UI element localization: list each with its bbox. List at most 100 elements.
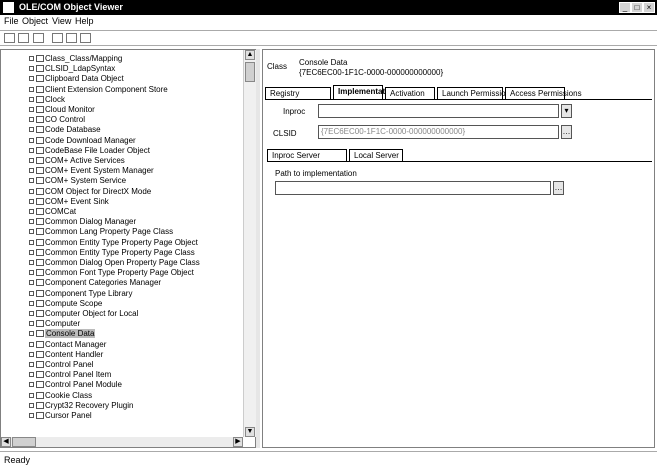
expand-icon[interactable] [29, 117, 34, 123]
scroll-thumb[interactable] [12, 437, 36, 447]
expand-icon[interactable] [29, 341, 34, 347]
tab-implementation[interactable]: Implementation [333, 85, 397, 99]
tree-item[interactable]: CLSID_LdapSyntax [1, 64, 241, 73]
expand-icon[interactable] [29, 168, 34, 174]
expand-icon[interactable] [29, 331, 34, 337]
tree-item[interactable]: Computer [1, 319, 241, 328]
expand-icon[interactable] [29, 249, 34, 255]
clsid-field[interactable]: {7EC6EC00-1F1C-0000-000000000000} [318, 125, 559, 139]
tree-item[interactable]: Clipboard Data Object [1, 74, 241, 83]
menu-object[interactable]: Object [22, 16, 48, 26]
tree-item[interactable]: Compute Scope [1, 299, 241, 308]
menu-file[interactable]: File [4, 16, 19, 26]
expand-icon[interactable] [29, 96, 34, 102]
subtab-local-server[interactable]: Local Server [349, 149, 403, 161]
expand-icon[interactable] [29, 260, 34, 265]
tree-item[interactable]: Cloud Monitor [1, 105, 241, 114]
tree-item[interactable]: Component Categories Manager [1, 278, 241, 287]
expand-icon[interactable] [29, 158, 34, 163]
expand-icon[interactable] [29, 402, 34, 408]
tree-item[interactable]: CodeBase File Loader Object [1, 146, 241, 155]
tree-item[interactable]: Common Dialog Manager [1, 217, 241, 226]
tree-vertical-scrollbar[interactable]: ▲ ▼ [243, 50, 256, 437]
expand-icon[interactable] [29, 188, 34, 194]
expand-icon[interactable] [29, 290, 34, 296]
expand-icon[interactable] [29, 392, 34, 398]
tree-item[interactable]: Code Database [1, 125, 241, 134]
tab-launch-permissions[interactable]: Launch Permissions [437, 87, 514, 99]
path-field[interactable] [275, 181, 551, 195]
expand-icon[interactable] [29, 280, 34, 286]
tree-item[interactable]: Cursor Panel [1, 411, 241, 420]
expand-icon[interactable] [29, 229, 34, 235]
expand-icon[interactable] [29, 239, 34, 245]
expand-icon[interactable] [29, 137, 34, 143]
tree-item[interactable]: Common Entity Type Property Page Class [1, 248, 241, 257]
inproc-field[interactable] [318, 104, 559, 118]
expand-icon[interactable] [29, 56, 34, 61]
expand-icon[interactable] [29, 127, 34, 133]
bind-icon[interactable] [18, 33, 29, 43]
maximize-button[interactable]: □ [631, 2, 643, 13]
scroll-right-icon[interactable]: ▶ [233, 437, 243, 447]
scroll-down-icon[interactable]: ▼ [245, 427, 255, 437]
tree-item[interactable]: Common Lang Property Page Class [1, 227, 241, 236]
scroll-thumb[interactable] [245, 62, 255, 82]
close-button[interactable]: × [643, 2, 655, 13]
menu-view[interactable]: View [52, 16, 71, 26]
tree-item[interactable]: COM+ System Service [1, 176, 241, 185]
tree-item[interactable]: Control Panel Item [1, 370, 241, 379]
expand-icon[interactable] [29, 147, 34, 153]
connect-icon[interactable] [4, 33, 15, 43]
tree-item[interactable]: COM Object for DirectX Mode [1, 187, 241, 196]
expand-icon[interactable] [29, 321, 34, 327]
expand-icon[interactable] [29, 107, 34, 112]
tree-item[interactable]: Control Panel Module [1, 380, 241, 389]
inproc-dropdown-icon[interactable]: ▾ [561, 104, 572, 118]
tree-item[interactable]: CO Control [1, 115, 241, 124]
tree-item[interactable]: Cookie Class [1, 391, 241, 400]
tab-access-permissions[interactable]: Access Permissions [505, 87, 582, 99]
registry-icon[interactable] [66, 33, 77, 43]
expand-icon[interactable] [29, 270, 34, 276]
tree-item[interactable]: Console Data [1, 329, 241, 339]
expand-icon[interactable] [29, 178, 34, 184]
tree-item[interactable]: Control Panel [1, 360, 241, 369]
tree-item[interactable]: Clock [1, 95, 241, 104]
tree-item[interactable]: COM+ Event System Manager [1, 166, 241, 175]
expand-icon[interactable] [29, 372, 34, 378]
minimize-button[interactable]: _ [619, 2, 631, 13]
tree-item[interactable]: Component Type Library [1, 289, 241, 298]
tree-item[interactable]: COM+ Event Sink [1, 197, 241, 206]
tab-activation[interactable]: Activation [385, 87, 435, 99]
expand-icon[interactable] [29, 311, 34, 316]
expand-icon[interactable] [29, 209, 34, 214]
typelib-icon[interactable] [33, 33, 44, 43]
expand-icon[interactable] [29, 66, 34, 72]
tree-item[interactable]: Common Entity Type Property Page Object [1, 238, 241, 247]
pane-splitter[interactable] [256, 49, 260, 448]
expand-icon[interactable] [29, 198, 34, 204]
tree-item[interactable]: Common Dialog Open Property Page Class [1, 258, 241, 267]
expand-icon[interactable] [29, 362, 34, 367]
scroll-up-icon[interactable]: ▲ [245, 50, 255, 60]
tree-item[interactable]: Crypt32 Recovery Plugin [1, 401, 241, 410]
tree-item[interactable]: Code Download Manager [1, 136, 241, 145]
menu-help[interactable]: Help [75, 16, 94, 26]
tab-registry[interactable]: Registry [265, 87, 331, 99]
expand-icon[interactable] [29, 86, 34, 92]
expand-icon[interactable] [29, 351, 34, 357]
expand-icon[interactable] [29, 300, 34, 306]
expand-icon[interactable] [29, 76, 34, 82]
path-browse-icon[interactable]: … [553, 181, 564, 195]
tree-item[interactable]: Contact Manager [1, 340, 241, 349]
expand-icon[interactable] [29, 413, 34, 418]
refresh-icon[interactable] [80, 33, 91, 43]
clsid-browse-icon[interactable]: … [561, 125, 572, 139]
tree-item[interactable]: Class_Class/Mapping [1, 54, 241, 63]
object-tree[interactable]: Class_Class/Mapping CLSID_LdapSyntax Clipb… [0, 49, 256, 448]
tree-item[interactable]: Common Font Type Property Page Object [1, 268, 241, 277]
tree-item[interactable]: Content Handler [1, 350, 241, 359]
tree-horizontal-scrollbar[interactable]: ◀ ▶ [1, 437, 243, 447]
expand-icon[interactable] [29, 382, 34, 388]
